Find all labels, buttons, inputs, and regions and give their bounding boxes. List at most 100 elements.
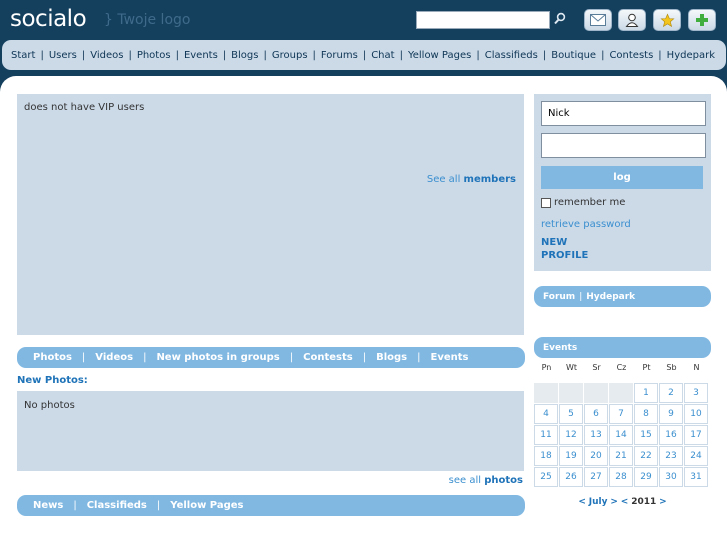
prev-year-arrow[interactable]: <: [621, 497, 629, 507]
retrieve-password-link[interactable]: retrieve password: [541, 219, 631, 230]
calendar-day[interactable]: 1: [634, 383, 658, 403]
calendar-day[interactable]: 31: [684, 467, 708, 487]
calendar-day[interactable]: 2: [659, 383, 683, 403]
plus-icon[interactable]: [688, 9, 716, 31]
remember-me-label: remember me: [554, 197, 626, 208]
tab-yellow-pages[interactable]: Yellow Pages: [170, 500, 243, 511]
calendar-day[interactable]: 13: [584, 425, 608, 445]
calendar-day[interactable]: 28: [609, 467, 633, 487]
username-field[interactable]: Nick: [541, 101, 706, 126]
nav-separator: |: [40, 49, 44, 61]
weekday-label: N: [693, 363, 700, 372]
calendar-day[interactable]: 18: [534, 446, 558, 466]
prev-month-arrow[interactable]: <: [578, 497, 586, 507]
nav-item-users[interactable]: Users: [49, 50, 77, 61]
mail-icon[interactable]: [584, 9, 612, 31]
nav-item-photos[interactable]: Photos: [137, 50, 171, 61]
calendar-empty-cell: [559, 383, 583, 403]
vip-empty-text: does not have VIP users: [24, 102, 145, 113]
calendar-day[interactable]: 8: [634, 404, 658, 424]
tab-separator: |: [417, 352, 421, 363]
calendar-day[interactable]: 10: [684, 404, 708, 424]
next-month-arrow[interactable]: >: [610, 497, 618, 507]
calendar-day[interactable]: 24: [684, 446, 708, 466]
calendar-day[interactable]: 6: [584, 404, 608, 424]
calendar-day[interactable]: 3: [684, 383, 708, 403]
login-button[interactable]: log: [541, 166, 703, 189]
see-all-members[interactable]: See all members: [427, 174, 516, 185]
nav-item-start[interactable]: Start: [11, 50, 35, 61]
tab-photos[interactable]: Photos: [33, 352, 72, 363]
header: socialo } Twoje logo: [0, 0, 727, 40]
tab-separator: |: [81, 352, 86, 363]
see-all-photos[interactable]: see all photos: [449, 475, 523, 486]
see-all-photos-link[interactable]: photos: [484, 475, 523, 486]
weekday-label: Wt: [565, 363, 578, 372]
nav-item-hydepark[interactable]: Hydepark: [667, 50, 715, 61]
logo-tagline: } Twoje logo: [104, 12, 191, 28]
forum-hydepark-bar: Forum | Hydepark: [534, 286, 711, 307]
nav-separator: |: [542, 49, 547, 61]
see-all-prefix[interactable]: see all: [449, 475, 481, 486]
calendar-day[interactable]: 20: [584, 446, 608, 466]
tab-videos[interactable]: Videos: [95, 352, 133, 363]
nav-item-contests[interactable]: Contests: [609, 50, 653, 61]
calendar-day[interactable]: 11: [534, 425, 558, 445]
calendar-day[interactable]: 7: [609, 404, 633, 424]
calendar-day[interactable]: 4: [534, 404, 558, 424]
nav-separator: |: [601, 49, 605, 61]
calendar-day[interactable]: 22: [634, 446, 658, 466]
see-all-members-link[interactable]: members: [464, 174, 516, 185]
calendar-day[interactable]: 26: [559, 467, 583, 487]
nav-item-videos[interactable]: Videos: [90, 50, 123, 61]
forum-link[interactable]: Forum: [543, 292, 575, 302]
weekday-label: Sb: [666, 363, 677, 372]
calendar-day[interactable]: 25: [534, 467, 558, 487]
next-year-arrow[interactable]: >: [659, 497, 667, 507]
tab-separator: |: [156, 500, 161, 511]
calendar-day[interactable]: 17: [684, 425, 708, 445]
calendar-day[interactable]: 9: [659, 404, 683, 424]
new-profile-line1[interactable]: NEW: [541, 236, 588, 249]
nav-item-classifieds[interactable]: Classifieds: [485, 50, 538, 61]
calendar-day[interactable]: 27: [584, 467, 608, 487]
nav-item-events[interactable]: Events: [184, 50, 218, 61]
nav-item-boutique[interactable]: Boutique: [551, 50, 596, 61]
tab-contests[interactable]: Contests: [303, 352, 353, 363]
see-all-prefix[interactable]: See all: [427, 174, 461, 185]
calendar-day[interactable]: 21: [609, 446, 633, 466]
tab-new-photos-in-groups[interactable]: New photos in groups: [156, 352, 279, 363]
tab-blogs[interactable]: Blogs: [376, 352, 407, 363]
new-photos-panel: No photos: [17, 391, 524, 471]
calendar-day[interactable]: 29: [634, 467, 658, 487]
new-profile-link[interactable]: NEW PROFILE: [541, 236, 588, 262]
star-icon[interactable]: [653, 9, 681, 31]
site-logo[interactable]: socialo: [10, 6, 87, 32]
calendar-day[interactable]: 30: [659, 467, 683, 487]
calendar-day[interactable]: 16: [659, 425, 683, 445]
nav-item-chat[interactable]: Chat: [371, 50, 394, 61]
calendar-day[interactable]: 5: [559, 404, 583, 424]
user-icon[interactable]: [618, 9, 646, 31]
nav-item-forums[interactable]: Forums: [321, 50, 358, 61]
nav-item-groups[interactable]: Groups: [272, 50, 308, 61]
password-field[interactable]: [541, 133, 706, 158]
search-icon[interactable]: [553, 11, 569, 29]
calendar-day[interactable]: 19: [559, 446, 583, 466]
calendar-day[interactable]: 14: [609, 425, 633, 445]
tab-events[interactable]: Events: [431, 352, 469, 363]
nav-separator: |: [263, 49, 267, 61]
nav-separator: |: [362, 49, 367, 61]
calendar-day[interactable]: 12: [559, 425, 583, 445]
remember-me-checkbox[interactable]: [541, 197, 551, 208]
hydepark-link[interactable]: Hydepark: [586, 292, 635, 302]
main-navigation: Start | Users | Videos | Photos | Events | Bl…: [2, 40, 726, 70]
tab-classifieds[interactable]: Classifieds: [87, 500, 147, 511]
new-profile-line2[interactable]: PROFILE: [541, 249, 588, 262]
search-input[interactable]: [416, 11, 550, 29]
nav-item-blogs[interactable]: Blogs: [231, 50, 258, 61]
calendar-day[interactable]: 15: [634, 425, 658, 445]
nav-item-yellow-pages[interactable]: Yellow Pages: [408, 50, 471, 61]
tab-news[interactable]: News: [33, 500, 63, 511]
calendar-day[interactable]: 23: [659, 446, 683, 466]
